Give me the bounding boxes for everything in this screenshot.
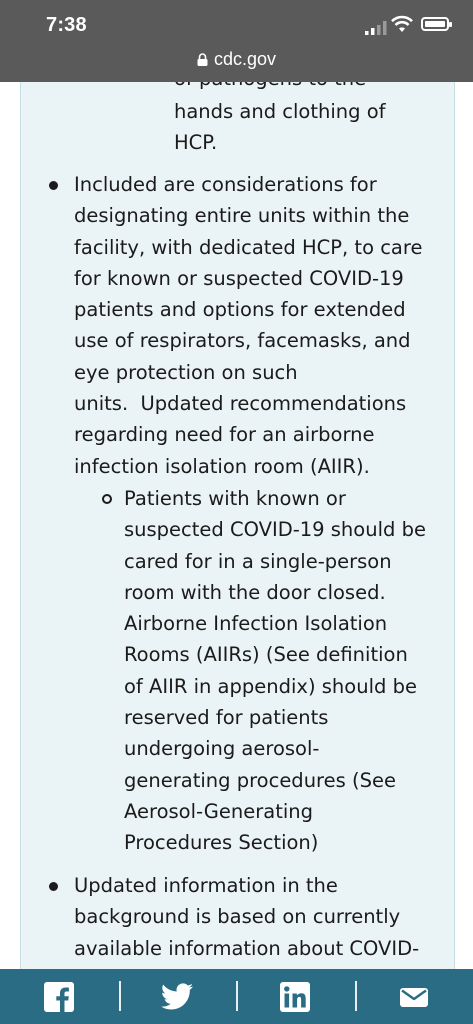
clock-time: 7:38: [46, 14, 87, 36]
text-line: facility, with dedicated HCP, to care: [74, 235, 423, 259]
twitter-icon[interactable]: [160, 982, 194, 1012]
text-line: of AIIR in appendix) should be: [124, 674, 417, 698]
divider: [236, 981, 238, 1011]
text-line: HCP.: [174, 131, 218, 155]
sub-list-item: Patients with known or suspected COVID-1…: [124, 483, 426, 859]
text-line: designating entire units within the: [74, 204, 410, 228]
text-line: room with the door closed.: [124, 580, 386, 604]
lock-icon: [197, 53, 208, 66]
text-line: suspected COVID-19 should be: [124, 518, 426, 542]
sub-bullet-icon: [102, 494, 112, 504]
text-line: hands and clothing of: [174, 100, 386, 123]
status-bar: 7:38 cdc.gov: [0, 0, 473, 82]
list-item: Included are considerations for designat…: [74, 169, 422, 482]
text-line: Procedures Section): [124, 831, 319, 855]
text-line: cared for in a single-person: [124, 549, 392, 573]
text-line: Patients with known or: [124, 487, 346, 510]
url-text: cdc.gov: [213, 49, 277, 69]
cutoff-line: of pathogens to the: [174, 82, 434, 94]
text-line: eye protection on such: [74, 360, 298, 384]
divider: [119, 981, 121, 1011]
text-line: Airborne Infection Isolation: [124, 612, 388, 636]
text-line: patients and options for extended: [74, 298, 406, 322]
text-line: Aerosol-Generating: [124, 799, 314, 823]
text-line: undergoing aerosol-: [124, 737, 320, 761]
content-panel[interactable]: of pathogens to the hands and clothing o…: [20, 82, 455, 969]
text-line: use of respirators, facemasks, and: [74, 329, 411, 353]
facebook-icon[interactable]: [44, 982, 74, 1012]
text-line: Rooms (AIIRs) (See definition: [124, 643, 408, 667]
linkedin-icon[interactable]: [280, 982, 310, 1012]
text-line: available information about COVID-: [74, 936, 420, 960]
divider: [355, 981, 357, 1011]
list-item: Updated information in the background is…: [74, 870, 419, 964]
text-line: background is based on currently: [74, 905, 401, 929]
cellular-signal-icon: [365, 21, 387, 35]
text-line: for known or suspected COVID-19: [74, 266, 404, 290]
bullet-icon: [49, 882, 58, 891]
text-line: units. Updated recommendations: [74, 392, 407, 416]
battery-icon: [421, 17, 452, 31]
text-line: infection isolation room (AIIR).: [74, 454, 370, 478]
text-line: generating procedures (See: [124, 768, 396, 792]
text-line: Updated information in the: [74, 874, 338, 897]
wifi-icon: [391, 15, 413, 32]
text-line: regarding need for an airborne: [74, 423, 375, 447]
share-bar: [0, 969, 473, 1024]
text-line: reserved for patients: [124, 706, 329, 730]
continuation-text: hands and clothing of HCP.: [174, 96, 434, 159]
bullet-icon: [49, 181, 58, 190]
address-bar[interactable]: cdc.gov: [0, 49, 473, 70]
email-icon[interactable]: [398, 982, 430, 1012]
text-line: Included are considerations for: [74, 173, 377, 196]
